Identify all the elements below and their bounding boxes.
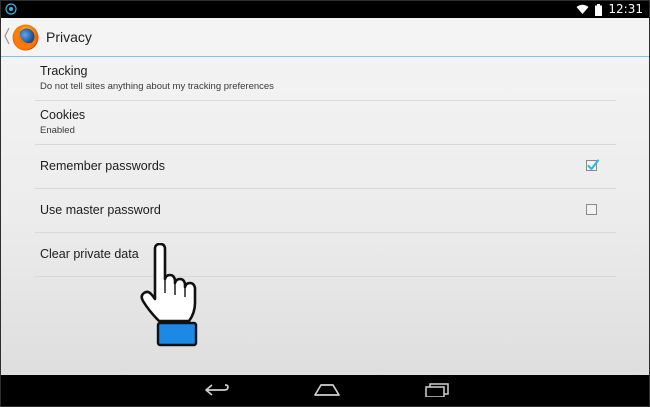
recents-icon[interactable] xyxy=(425,383,449,397)
status-bar: 12:31 xyxy=(1,1,649,18)
master-password-checkbox[interactable] xyxy=(586,204,597,215)
pref-title: Tracking xyxy=(40,64,88,78)
pref-title: Cookies xyxy=(40,108,86,122)
remember-passwords-checkbox[interactable] xyxy=(586,159,600,171)
pref-cookies[interactable]: Cookies Enabled xyxy=(35,101,616,145)
pref-master-password[interactable]: Use master password xyxy=(35,189,616,233)
back-icon[interactable] xyxy=(204,383,230,397)
preference-list: Tracking Do not tell sites anything abou… xyxy=(35,57,616,277)
back-chevron-icon[interactable] xyxy=(4,27,10,45)
checkmark-icon xyxy=(587,159,600,171)
firefox-logo-icon[interactable] xyxy=(11,23,40,52)
pref-remember-passwords[interactable]: Remember passwords xyxy=(35,145,616,189)
pref-title: Use master password xyxy=(40,203,161,217)
screen: 12:31 Privacy Tracking Do not tell sites… xyxy=(0,0,650,407)
page-title: Privacy xyxy=(46,29,92,45)
hand-pointer-icon xyxy=(140,243,198,347)
preferences-panel: Tracking Do not tell sites anything abou… xyxy=(1,57,649,375)
pref-title: Clear private data xyxy=(40,247,139,261)
home-icon[interactable] xyxy=(313,383,341,397)
pref-title: Remember passwords xyxy=(40,159,166,173)
pref-clear-private-data[interactable]: Clear private data xyxy=(35,233,616,277)
navigation-bar xyxy=(1,375,649,406)
pref-summary: Enabled xyxy=(40,125,75,136)
status-clock: 12:31 xyxy=(608,2,643,16)
notification-icon xyxy=(5,3,17,15)
action-bar: Privacy xyxy=(1,18,649,57)
pref-tracking[interactable]: Tracking Do not tell sites anything abou… xyxy=(35,57,616,101)
pref-summary: Do not tell sites anything about my trac… xyxy=(40,81,274,92)
wifi-icon xyxy=(576,4,589,14)
battery-icon xyxy=(595,3,603,16)
